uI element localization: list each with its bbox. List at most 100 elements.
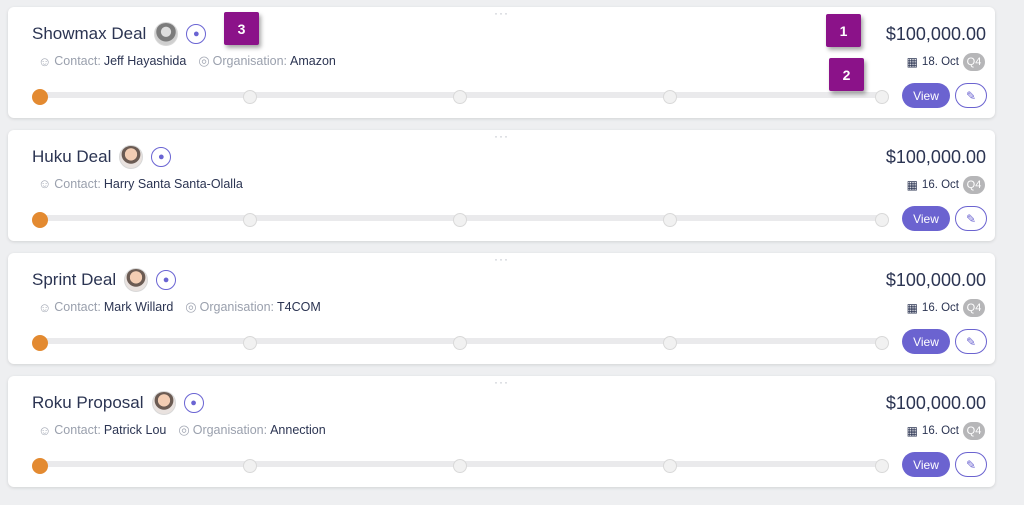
globe-icon: ◎ bbox=[185, 299, 197, 314]
contact-label: Contact: bbox=[54, 423, 101, 437]
deal-title[interactable]: Showmax Deal bbox=[32, 24, 146, 44]
deal-amount: $100,000.00 bbox=[885, 147, 986, 167]
pipeline-stage-5[interactable] bbox=[875, 213, 889, 227]
pipeline-stage-1[interactable] bbox=[32, 212, 48, 228]
deal-title-row: Sprint Deal ● bbox=[32, 268, 177, 292]
deal-date: ▦ 16. Oct Q4 bbox=[907, 299, 985, 317]
deal-meta: ☺ Contact: Mark Willard ◎ Organisation: … bbox=[38, 299, 321, 315]
user-icon: ☺ bbox=[38, 53, 52, 69]
pencil-icon: ✎ bbox=[965, 334, 977, 349]
avatar[interactable] bbox=[154, 22, 179, 46]
deal-title[interactable]: Huku Deal bbox=[32, 147, 111, 167]
user-icon: ☺ bbox=[38, 299, 52, 315]
quarter-badge: Q4 bbox=[963, 176, 985, 194]
pencil-icon: ✎ bbox=[965, 211, 977, 226]
edit-button[interactable]: ✎ bbox=[955, 83, 987, 108]
avatar[interactable] bbox=[124, 268, 149, 292]
deal-date: ▦ 16. Oct Q4 bbox=[907, 422, 985, 440]
quarter-badge: Q4 bbox=[963, 53, 985, 71]
contact-name[interactable]: Jeff Hayashida bbox=[104, 54, 186, 68]
user-icon: ☺ bbox=[38, 176, 52, 191]
deal-meta: ☺ Contact: Jeff Hayashida ◎ Organisation… bbox=[38, 53, 336, 69]
pipeline-stage-4[interactable] bbox=[663, 90, 677, 104]
pipeline-stage-5[interactable] bbox=[875, 459, 889, 473]
deal-date: ▦ 18. Oct Q4 bbox=[907, 53, 985, 71]
pipeline-stage-2[interactable] bbox=[243, 459, 257, 473]
pipeline-stage-2[interactable] bbox=[243, 336, 257, 350]
user-icon: ☺ bbox=[38, 422, 52, 438]
calendar-icon: ▦ bbox=[906, 301, 918, 315]
avatar[interactable] bbox=[151, 391, 176, 415]
pipeline-stage-2[interactable] bbox=[243, 213, 257, 227]
deal-title[interactable]: Roku Proposal bbox=[32, 393, 144, 413]
callout-1: 1 bbox=[826, 14, 861, 47]
calendar-icon: ▦ bbox=[906, 55, 918, 69]
pencil-icon: ✎ bbox=[965, 457, 977, 472]
date-text: 18. Oct bbox=[921, 56, 959, 68]
deal-date: ▦ 16. Oct Q4 bbox=[907, 176, 985, 194]
organisation-name[interactable]: Amazon bbox=[290, 54, 336, 68]
contact-label: Contact: bbox=[54, 54, 101, 68]
globe-icon: ◎ bbox=[178, 422, 190, 437]
pipeline-stage-2[interactable] bbox=[243, 90, 257, 104]
view-button[interactable]: View bbox=[902, 452, 950, 477]
date-text: 16. Oct bbox=[921, 425, 959, 437]
quarter-badge: Q4 bbox=[963, 422, 985, 440]
deal-title-row: Roku Proposal ● bbox=[32, 391, 204, 415]
deal-card[interactable]: ··· Huku Deal ● ☺ Contact: Harry Santa S… bbox=[8, 130, 995, 241]
tag-icon[interactable]: ● bbox=[151, 147, 172, 167]
tag-icon[interactable]: ● bbox=[183, 393, 204, 413]
date-text: 16. Oct bbox=[921, 179, 959, 191]
calendar-icon: ▦ bbox=[906, 178, 918, 192]
deal-card[interactable]: ··· Sprint Deal ● ☺ Contact: Mark Willar… bbox=[8, 253, 995, 364]
pipeline-stage-5[interactable] bbox=[875, 90, 889, 104]
deal-card[interactable]: ··· Roku Proposal ● ☺ Contact: Patrick L… bbox=[8, 376, 995, 487]
contact-label: Contact: bbox=[54, 300, 101, 314]
globe-icon: ◎ bbox=[198, 53, 210, 68]
deal-amount: $100,000.00 bbox=[885, 24, 986, 44]
pencil-icon: ✎ bbox=[965, 88, 977, 103]
pipeline-stage-1[interactable] bbox=[32, 335, 48, 351]
view-button[interactable]: View bbox=[902, 83, 950, 108]
pipeline-stage-1[interactable] bbox=[32, 89, 48, 105]
pipeline-stage-4[interactable] bbox=[663, 336, 677, 350]
pipeline-stage-5[interactable] bbox=[875, 336, 889, 350]
deal-title[interactable]: Sprint Deal bbox=[32, 270, 116, 290]
pipeline-stage-4[interactable] bbox=[663, 213, 677, 227]
deal-amount: $100,000.00 bbox=[885, 270, 986, 290]
pipeline-stage-3[interactable] bbox=[453, 90, 467, 104]
pipeline-stage-3[interactable] bbox=[453, 336, 467, 350]
deal-meta: ☺ Contact: Patrick Lou ◎ Organisation: A… bbox=[38, 422, 326, 438]
organisation-label: Organisation: bbox=[199, 300, 274, 314]
view-button[interactable]: View bbox=[902, 206, 950, 231]
tag-icon[interactable]: ● bbox=[156, 270, 177, 290]
date-text: 16. Oct bbox=[921, 302, 959, 314]
organisation-label: Organisation: bbox=[212, 54, 288, 68]
drag-handle-icon[interactable]: ··· bbox=[494, 376, 509, 388]
edit-button[interactable]: ✎ bbox=[955, 206, 987, 231]
deal-title-row: Showmax Deal ● bbox=[32, 22, 207, 46]
view-button[interactable]: View bbox=[902, 329, 950, 354]
contact-label: Contact: bbox=[54, 176, 101, 191]
contact-name[interactable]: Mark Willard bbox=[104, 300, 173, 314]
organisation-name[interactable]: Annection bbox=[270, 423, 326, 437]
edit-button[interactable]: ✎ bbox=[955, 452, 987, 477]
callout-2: 2 bbox=[829, 58, 864, 91]
avatar[interactable] bbox=[119, 145, 144, 169]
deal-title-row: Huku Deal ● bbox=[32, 145, 172, 169]
edit-button[interactable]: ✎ bbox=[955, 329, 987, 354]
drag-handle-icon[interactable]: ··· bbox=[494, 253, 509, 265]
contact-name[interactable]: Patrick Lou bbox=[104, 423, 167, 437]
pipeline-stage-3[interactable] bbox=[453, 459, 467, 473]
contact-name[interactable]: Harry Santa Santa-Olalla bbox=[104, 177, 243, 191]
pipeline-stage-4[interactable] bbox=[663, 459, 677, 473]
organisation-label: Organisation: bbox=[192, 423, 268, 437]
deal-meta: ☺ Contact: Harry Santa Santa-Olalla bbox=[38, 176, 243, 191]
pipeline-stage-1[interactable] bbox=[32, 458, 48, 474]
callout-3: 3 bbox=[224, 12, 259, 45]
drag-handle-icon[interactable]: ··· bbox=[494, 130, 509, 142]
drag-handle-icon[interactable]: ··· bbox=[494, 7, 509, 19]
tag-icon[interactable]: ● bbox=[186, 24, 207, 44]
organisation-name[interactable]: T4COM bbox=[277, 300, 321, 314]
pipeline-stage-3[interactable] bbox=[453, 213, 467, 227]
